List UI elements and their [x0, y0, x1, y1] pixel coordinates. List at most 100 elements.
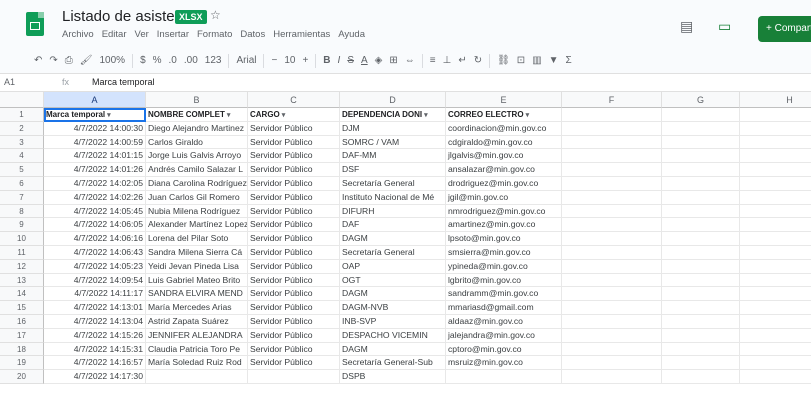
- table-cell[interactable]: [662, 190, 740, 205]
- table-cell[interactable]: [740, 177, 811, 191]
- table-cell[interactable]: [740, 218, 811, 233]
- table-cell[interactable]: aldaaz@min.gov.co: [446, 315, 562, 329]
- undo-icon[interactable]: ↶: [34, 55, 42, 66]
- table-cell[interactable]: DAGM-NVB: [340, 301, 446, 315]
- table-cell[interactable]: [740, 260, 811, 274]
- table-cell[interactable]: [740, 246, 811, 260]
- table-cell[interactable]: jalejandra@min.gov.co: [446, 328, 562, 343]
- currency-icon[interactable]: $: [140, 55, 146, 66]
- table-cell[interactable]: Jorge Luis Galvis Arroyo: [146, 149, 248, 164]
- table-cell[interactable]: [562, 218, 662, 233]
- table-cell[interactable]: Servidor Público: [248, 149, 340, 164]
- zoom-select[interactable]: 100%: [99, 55, 125, 66]
- table-cell[interactable]: [562, 204, 662, 219]
- percent-icon[interactable]: %: [153, 55, 162, 66]
- table-cell[interactable]: ansalazar@min.gov.co: [446, 163, 562, 177]
- star-icon[interactable]: ☆: [210, 8, 221, 22]
- filter-dropdown-icon[interactable]: ▾: [282, 112, 286, 119]
- table-cell[interactable]: DAF-MM: [340, 149, 446, 164]
- table-cell[interactable]: [662, 342, 740, 357]
- table-cell[interactable]: coordinacion@min.gov.co: [446, 121, 562, 136]
- meet-icon[interactable]: ▭: [718, 18, 731, 35]
- header-cell[interactable]: NOMBRE COMPLET ▾: [146, 108, 248, 122]
- italic-icon[interactable]: I: [338, 55, 341, 66]
- font-select[interactable]: Arial: [236, 55, 256, 66]
- table-cell[interactable]: [562, 301, 662, 315]
- table-cell[interactable]: Sandra Milena Sierra Cá: [146, 246, 248, 260]
- table-cell[interactable]: Lorena del Pilar Soto: [146, 232, 248, 246]
- text-color-icon[interactable]: A: [361, 55, 368, 66]
- spreadsheet-grid[interactable]: A B C D E F G H 1 Marca temporal ▾ NOMBRE COMPLET ▾ C…: [0, 92, 811, 403]
- table-cell[interactable]: 4/7/2022 14:05:23: [44, 259, 146, 274]
- valign-icon[interactable]: ⊥: [443, 55, 452, 66]
- table-cell[interactable]: Servidor Público: [248, 177, 340, 191]
- table-cell[interactable]: Servidor Público: [248, 342, 340, 357]
- redo-icon[interactable]: ↷: [49, 55, 57, 66]
- fill-color-icon[interactable]: ◈: [375, 55, 383, 66]
- rotate-icon[interactable]: ↻: [474, 55, 482, 66]
- table-cell[interactable]: 4/7/2022 14:17:30: [44, 370, 146, 384]
- table-cell[interactable]: Servidor Público: [248, 356, 340, 371]
- table-cell[interactable]: lgbrito@min.gov.co: [446, 273, 562, 288]
- row-header[interactable]: 19: [0, 356, 44, 371]
- table-cell[interactable]: [662, 218, 740, 233]
- row-header[interactable]: 2: [0, 121, 44, 136]
- table-cell[interactable]: DAGM: [340, 232, 446, 246]
- table-cell[interactable]: jlgalvis@min.gov.co: [446, 149, 562, 164]
- row-header[interactable]: 15: [0, 301, 44, 315]
- table-cell[interactable]: Nubia Milena Rodríguez: [146, 204, 248, 219]
- table-cell[interactable]: 4/7/2022 14:01:15: [44, 149, 146, 164]
- table-cell[interactable]: Servidor Público: [248, 135, 340, 150]
- filter-dropdown-icon[interactable]: ▾: [227, 112, 231, 119]
- header-cell[interactable]: CARGO ▾: [248, 108, 340, 122]
- table-cell[interactable]: [662, 315, 740, 329]
- table-cell[interactable]: [662, 163, 740, 177]
- table-cell[interactable]: 4/7/2022 14:06:16: [44, 232, 146, 246]
- table-cell[interactable]: Astrid Zapata Suárez: [146, 315, 248, 329]
- table-cell[interactable]: [662, 121, 740, 136]
- table-cell[interactable]: [662, 370, 740, 384]
- table-cell[interactable]: Servidor Público: [248, 163, 340, 177]
- table-cell[interactable]: Servidor Público: [248, 121, 340, 136]
- table-cell[interactable]: Claudia Patricia Toro Pe: [146, 342, 248, 357]
- table-cell[interactable]: 4/7/2022 14:02:05: [44, 177, 146, 191]
- table-cell[interactable]: 4/7/2022 14:15:26: [44, 328, 146, 343]
- row-header[interactable]: 18: [0, 342, 44, 357]
- print-icon[interactable]: ⎙: [65, 55, 73, 66]
- menu-insertar[interactable]: Insertar: [157, 29, 189, 40]
- column-header-d[interactable]: D: [340, 92, 446, 108]
- table-cell[interactable]: Instituto Nacional de Mé: [340, 190, 446, 205]
- number-format-icon[interactable]: 123: [205, 55, 222, 66]
- table-cell[interactable]: [662, 259, 740, 274]
- table-cell[interactable]: Servidor Público: [248, 218, 340, 233]
- sheets-logo-icon[interactable]: [26, 12, 44, 36]
- decimal-increase-icon[interactable]: .00: [184, 55, 198, 66]
- table-cell[interactable]: amartinez@min.gov.co: [446, 218, 562, 233]
- table-cell[interactable]: [562, 121, 662, 136]
- row-header[interactable]: 12: [0, 259, 44, 274]
- filter-dropdown-icon[interactable]: ▾: [107, 112, 111, 119]
- table-cell[interactable]: sandramm@min.gov.co: [446, 287, 562, 302]
- row-header[interactable]: 9: [0, 218, 44, 233]
- chart-icon[interactable]: ▥: [532, 55, 541, 66]
- strikethrough-icon[interactable]: S: [347, 55, 354, 66]
- table-cell[interactable]: DAF: [340, 218, 446, 233]
- table-cell[interactable]: [740, 163, 811, 177]
- row-header[interactable]: 1: [0, 108, 44, 122]
- column-header-c[interactable]: C: [248, 92, 340, 108]
- table-cell[interactable]: SOMRC / VAM: [340, 135, 446, 150]
- table-cell[interactable]: nmrodriguez@min.gov.co: [446, 204, 562, 219]
- table-cell[interactable]: 4/7/2022 14:00:59: [44, 135, 146, 150]
- wrap-icon[interactable]: ↵: [458, 55, 466, 66]
- table-cell[interactable]: [740, 343, 811, 357]
- menu-ayuda[interactable]: Ayuda: [338, 29, 365, 40]
- table-cell[interactable]: msruiz@min.gov.co: [446, 356, 562, 371]
- table-cell[interactable]: Servidor Público: [248, 232, 340, 246]
- table-cell[interactable]: Servidor Público: [248, 328, 340, 343]
- table-cell[interactable]: [740, 136, 811, 150]
- table-cell[interactable]: [662, 177, 740, 191]
- align-icon[interactable]: ≡: [430, 55, 436, 66]
- row-header[interactable]: 11: [0, 246, 44, 260]
- table-cell[interactable]: [562, 149, 662, 164]
- table-cell[interactable]: cdgiraldo@min.gov.co: [446, 135, 562, 150]
